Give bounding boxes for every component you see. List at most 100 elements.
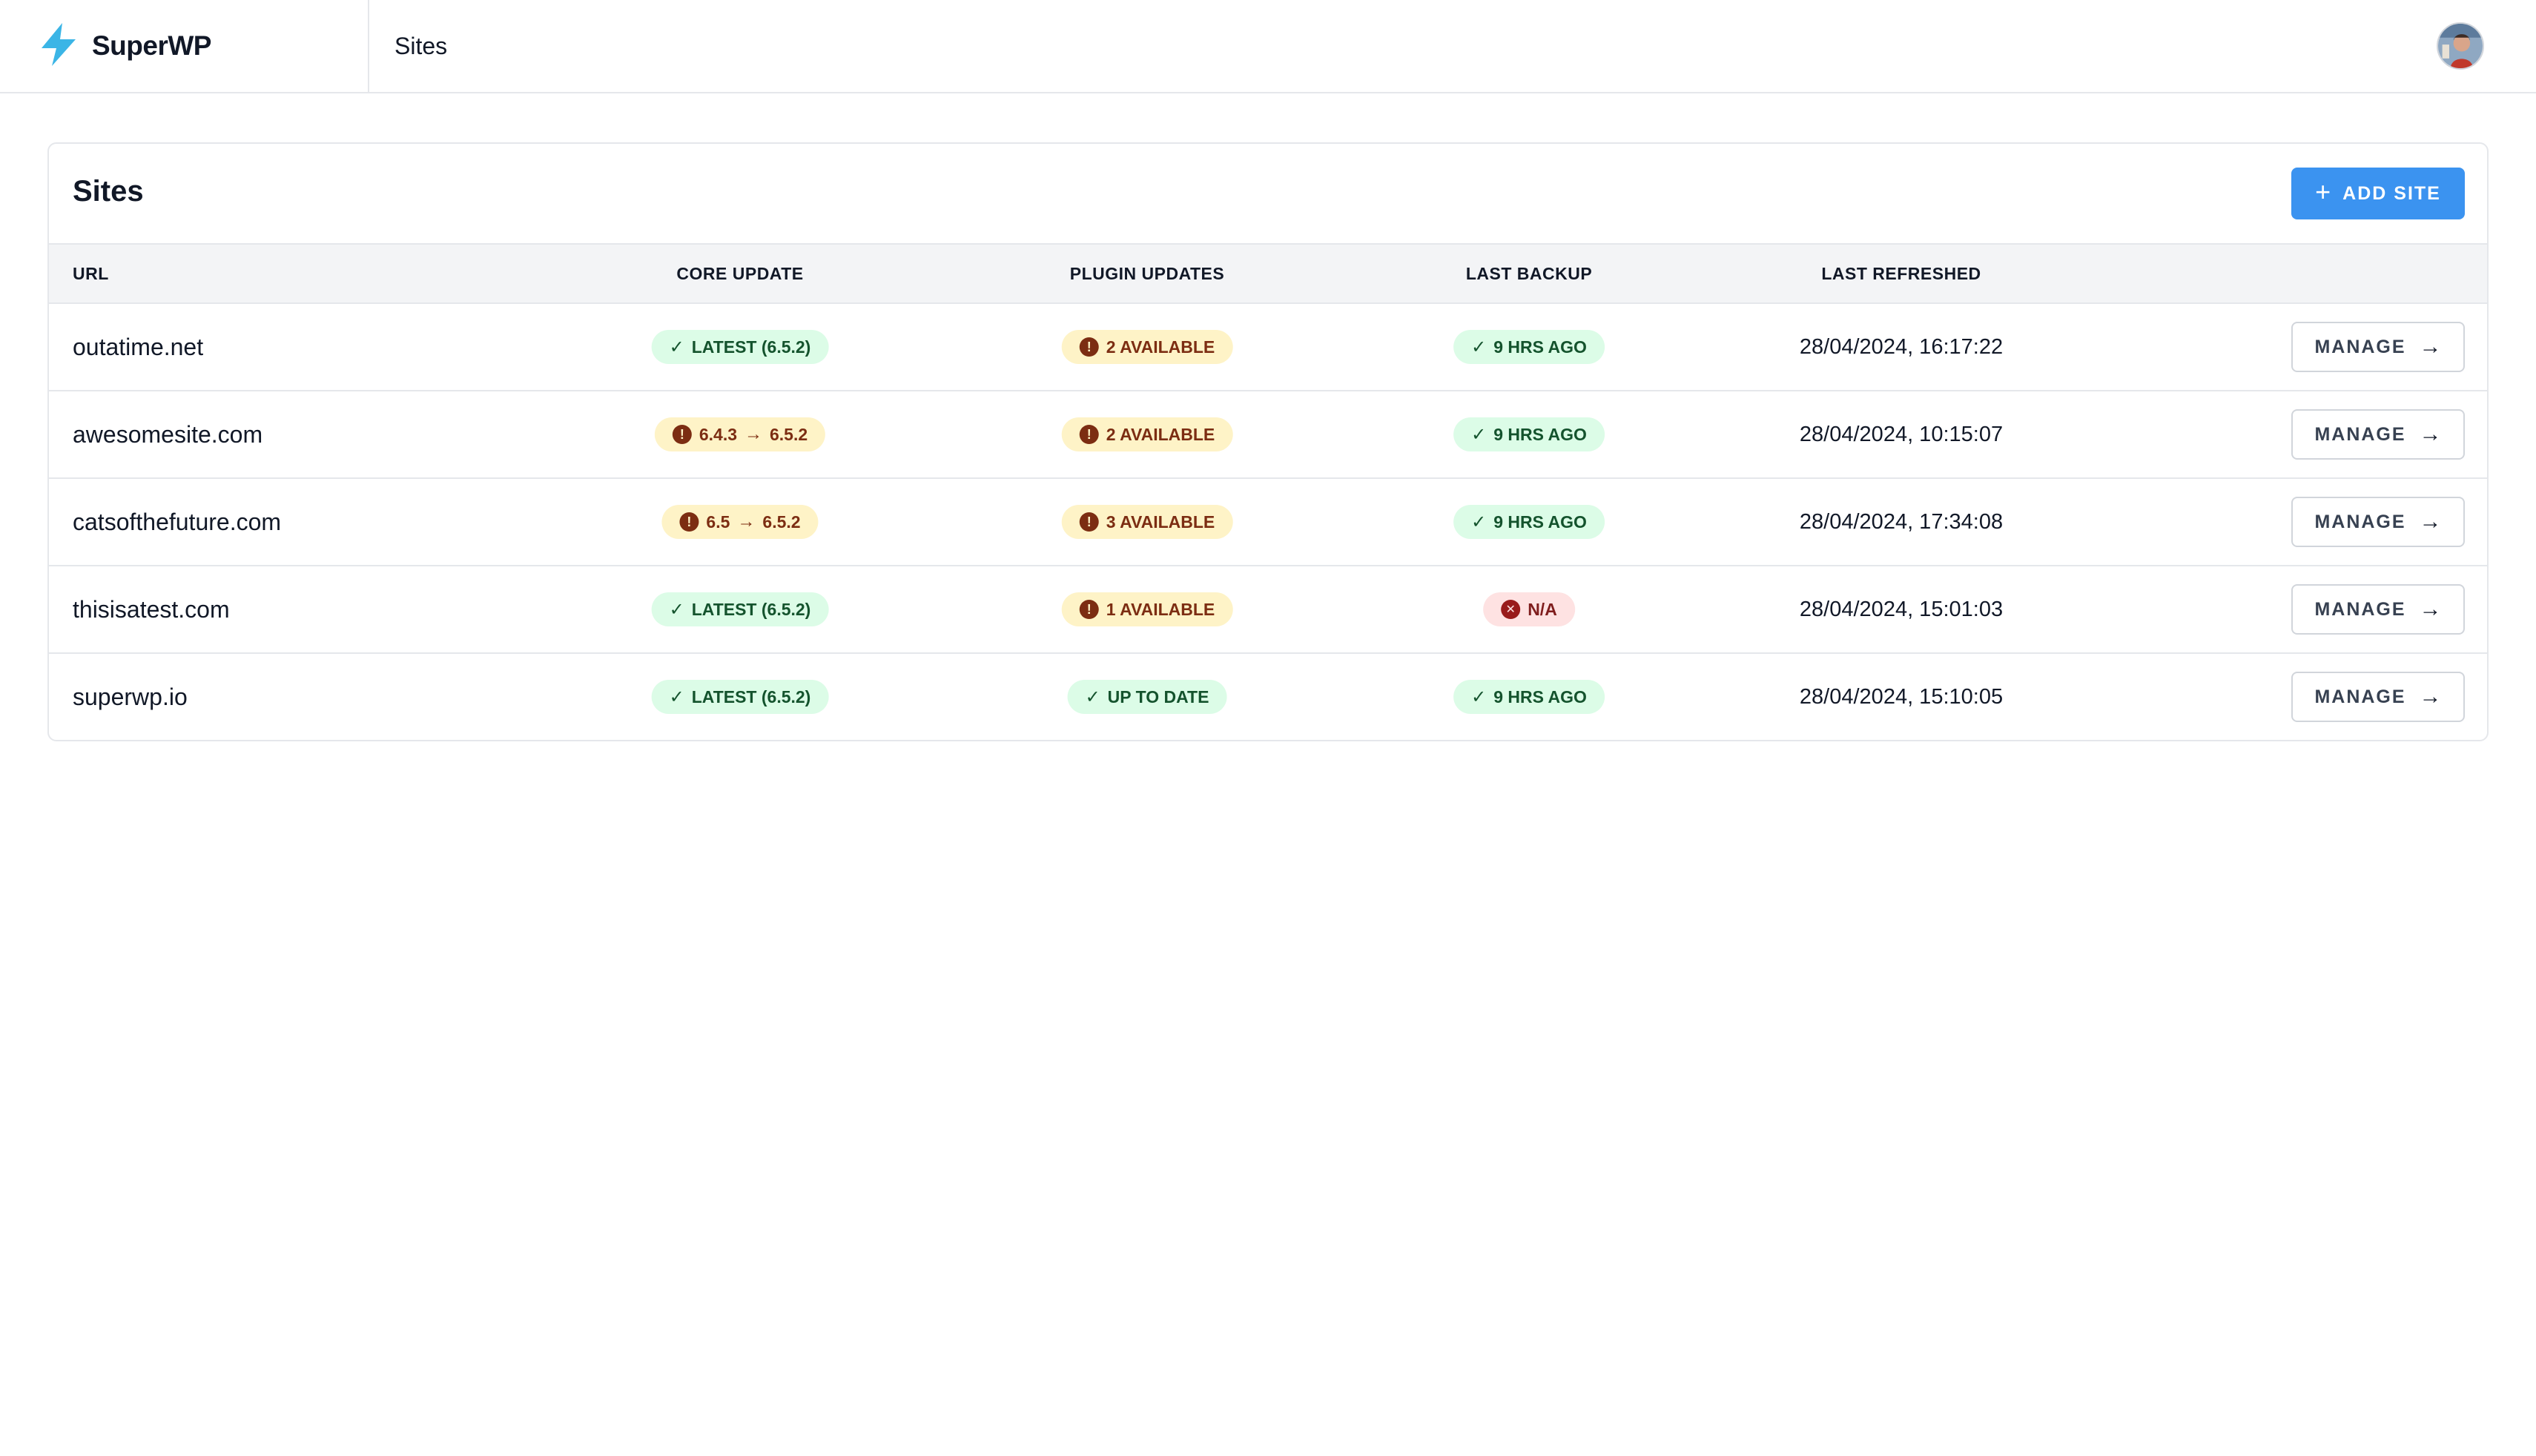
table-row: superwp.io ✓ LATEST (6.5.2) ✓ UP TO DATE ✓ 9 H… xyxy=(49,654,2487,740)
arrow-right-icon: → xyxy=(2419,334,2442,359)
core-update-cell: ✓ LATEST (6.5.2) xyxy=(651,654,829,740)
column-header-plugin-updates: PLUGIN UPDATES xyxy=(1069,263,1225,283)
column-header-url: URL xyxy=(73,263,109,283)
manage-button[interactable]: MANAGE → xyxy=(2291,497,2465,547)
plugin-updates-cell: ! 3 AVAILABLE xyxy=(1061,479,1233,565)
check-icon: ✓ xyxy=(669,599,684,620)
core-update-badge: ✓ LATEST (6.5.2) xyxy=(651,680,829,714)
plugin-updates-badge: ! 2 AVAILABLE xyxy=(1061,417,1233,451)
plugin-updates-badge: ! 3 AVAILABLE xyxy=(1061,505,1233,539)
breadcrumb: Sites xyxy=(394,32,448,59)
core-from-version: 6.4.3 xyxy=(699,424,737,444)
manage-label: MANAGE xyxy=(2314,511,2406,532)
core-update-cell: ! 6.5 → 6.5.2 xyxy=(661,479,819,565)
core-to-version: 6.5.2 xyxy=(770,424,808,444)
last-backup-badge: ✕ N/A xyxy=(1483,592,1575,626)
manage-label: MANAGE xyxy=(2314,686,2406,707)
core-update-badge: ✓ LATEST (6.5.2) xyxy=(651,592,829,626)
core-update-cell: ✓ LATEST (6.5.2) xyxy=(651,566,829,652)
check-icon: ✓ xyxy=(1471,337,1487,357)
arrow-right-icon: → xyxy=(2419,684,2442,709)
avatar[interactable] xyxy=(2437,22,2484,70)
add-site-button[interactable]: + ADD SITE xyxy=(2291,168,2465,219)
column-header-last-backup: LAST BACKUP xyxy=(1465,263,1593,283)
alert-icon: ! xyxy=(1079,337,1099,357)
top-bar: SuperWP Sites xyxy=(0,0,2536,93)
core-update-cell: ✓ LATEST (6.5.2) xyxy=(651,304,829,390)
plugin-status-text: UP TO DATE xyxy=(1107,686,1209,707)
core-update-badge: ! 6.5 → 6.5.2 xyxy=(661,505,819,539)
plugin-updates-cell: ✓ UP TO DATE xyxy=(1067,654,1227,740)
alert-icon: ! xyxy=(1079,425,1099,444)
backup-status-text: N/A xyxy=(1528,599,1557,619)
site-url[interactable]: catsofthefuture.com xyxy=(73,479,281,565)
arrow-right-icon: → xyxy=(2419,597,2442,621)
backup-status-text: 9 HRS AGO xyxy=(1493,337,1587,357)
manage-button[interactable]: MANAGE → xyxy=(2291,322,2465,372)
plugin-updates-cell: ! 2 AVAILABLE xyxy=(1061,391,1233,477)
core-status-text: LATEST (6.5.2) xyxy=(691,686,811,707)
arrow-right-icon: → xyxy=(744,424,762,444)
core-from-version: 6.5 xyxy=(706,512,730,532)
plugin-status-text: 3 AVAILABLE xyxy=(1106,512,1215,532)
check-icon: ✓ xyxy=(1471,424,1487,445)
manage-label: MANAGE xyxy=(2314,598,2406,620)
core-update-badge: ✓ LATEST (6.5.2) xyxy=(651,330,829,364)
last-backup-badge: ✓ 9 HRS AGO xyxy=(1453,505,1605,539)
last-refreshed-value: 28/04/2024, 16:17:22 xyxy=(1799,334,2004,359)
last-refreshed-value: 28/04/2024, 15:10:05 xyxy=(1799,684,2004,709)
arrow-right-icon: → xyxy=(2419,509,2442,534)
plugin-updates-cell: ! 1 AVAILABLE xyxy=(1061,566,1233,652)
table-row: awesomesite.com! 6.4.3 → 6.5.2! 2 AVAILABLE ✓… xyxy=(49,391,2487,479)
manage-label: MANAGE xyxy=(2314,423,2406,445)
plugin-updates-badge: ! 1 AVAILABLE xyxy=(1061,592,1233,626)
site-url[interactable]: thisisatest.com xyxy=(73,566,230,652)
brand[interactable]: SuperWP xyxy=(0,0,369,92)
plus-icon: + xyxy=(2315,176,2333,207)
table-row: thisisatest.com ✓ LATEST (6.5.2)! 1 AVAILAB… xyxy=(49,566,2487,654)
plugin-updates-badge: ✓ UP TO DATE xyxy=(1067,680,1227,714)
last-backup-cell: ✓ 9 HRS AGO xyxy=(1453,654,1605,740)
alert-icon: ! xyxy=(672,425,692,444)
backup-status-text: 9 HRS AGO xyxy=(1493,512,1587,532)
last-backup-badge: ✓ 9 HRS AGO xyxy=(1453,417,1605,451)
arrow-right-icon: → xyxy=(737,512,756,532)
check-icon: ✓ xyxy=(1085,686,1100,707)
core-update-badge: ! 6.4.3 → 6.5.2 xyxy=(654,417,826,451)
manage-label: MANAGE xyxy=(2314,336,2406,357)
plugin-status-text: 2 AVAILABLE xyxy=(1106,424,1215,444)
plugin-status-text: 1 AVAILABLE xyxy=(1106,599,1215,619)
alert-icon: ! xyxy=(1079,600,1099,619)
table-row: outatime.net ✓ LATEST (6.5.2)! 2 AVAILABLE ✓… xyxy=(49,304,2487,391)
manage-button[interactable]: MANAGE → xyxy=(2291,672,2465,722)
last-backup-badge: ✓ 9 HRS AGO xyxy=(1453,330,1605,364)
app-name: SuperWP xyxy=(92,30,211,61)
column-header-last-refreshed: LAST REFRESHED xyxy=(1821,263,1981,283)
core-status-text: LATEST (6.5.2) xyxy=(691,337,811,357)
core-to-version: 6.5.2 xyxy=(762,512,801,532)
core-update-cell: ! 6.4.3 → 6.5.2 xyxy=(654,391,826,477)
plugin-updates-cell: ! 2 AVAILABLE xyxy=(1061,304,1233,390)
site-url[interactable]: awesomesite.com xyxy=(73,391,262,477)
last-backup-cell: ✓ 9 HRS AGO xyxy=(1453,391,1605,477)
add-site-label: ADD SITE xyxy=(2342,182,2441,204)
column-header-core-update: CORE UPDATE xyxy=(676,263,804,283)
last-backup-cell: ✓ 9 HRS AGO xyxy=(1453,304,1605,390)
manage-button[interactable]: MANAGE → xyxy=(2291,409,2465,460)
manage-button[interactable]: MANAGE → xyxy=(2291,584,2465,635)
site-url[interactable]: outatime.net xyxy=(73,304,203,390)
alert-icon: ! xyxy=(1079,512,1099,532)
alert-icon: ! xyxy=(679,512,699,532)
table-header: URL CORE UPDATE PLUGIN UPDATES LAST BACK… xyxy=(49,243,2487,304)
check-icon: ✓ xyxy=(669,337,684,357)
error-icon: ✕ xyxy=(1501,600,1521,619)
backup-status-text: 9 HRS AGO xyxy=(1493,686,1587,707)
plugin-status-text: 2 AVAILABLE xyxy=(1106,337,1215,357)
sites-card: Sites + ADD SITE URL CORE UPDATE PLUGIN … xyxy=(47,142,2489,741)
last-refreshed-value: 28/04/2024, 17:34:08 xyxy=(1799,509,2004,534)
check-icon: ✓ xyxy=(1471,686,1487,707)
last-refreshed-value: 28/04/2024, 10:15:07 xyxy=(1799,422,2004,446)
lightning-bolt-icon xyxy=(39,21,79,71)
last-refreshed-value: 28/04/2024, 15:01:03 xyxy=(1799,597,2004,621)
site-url[interactable]: superwp.io xyxy=(73,654,188,740)
